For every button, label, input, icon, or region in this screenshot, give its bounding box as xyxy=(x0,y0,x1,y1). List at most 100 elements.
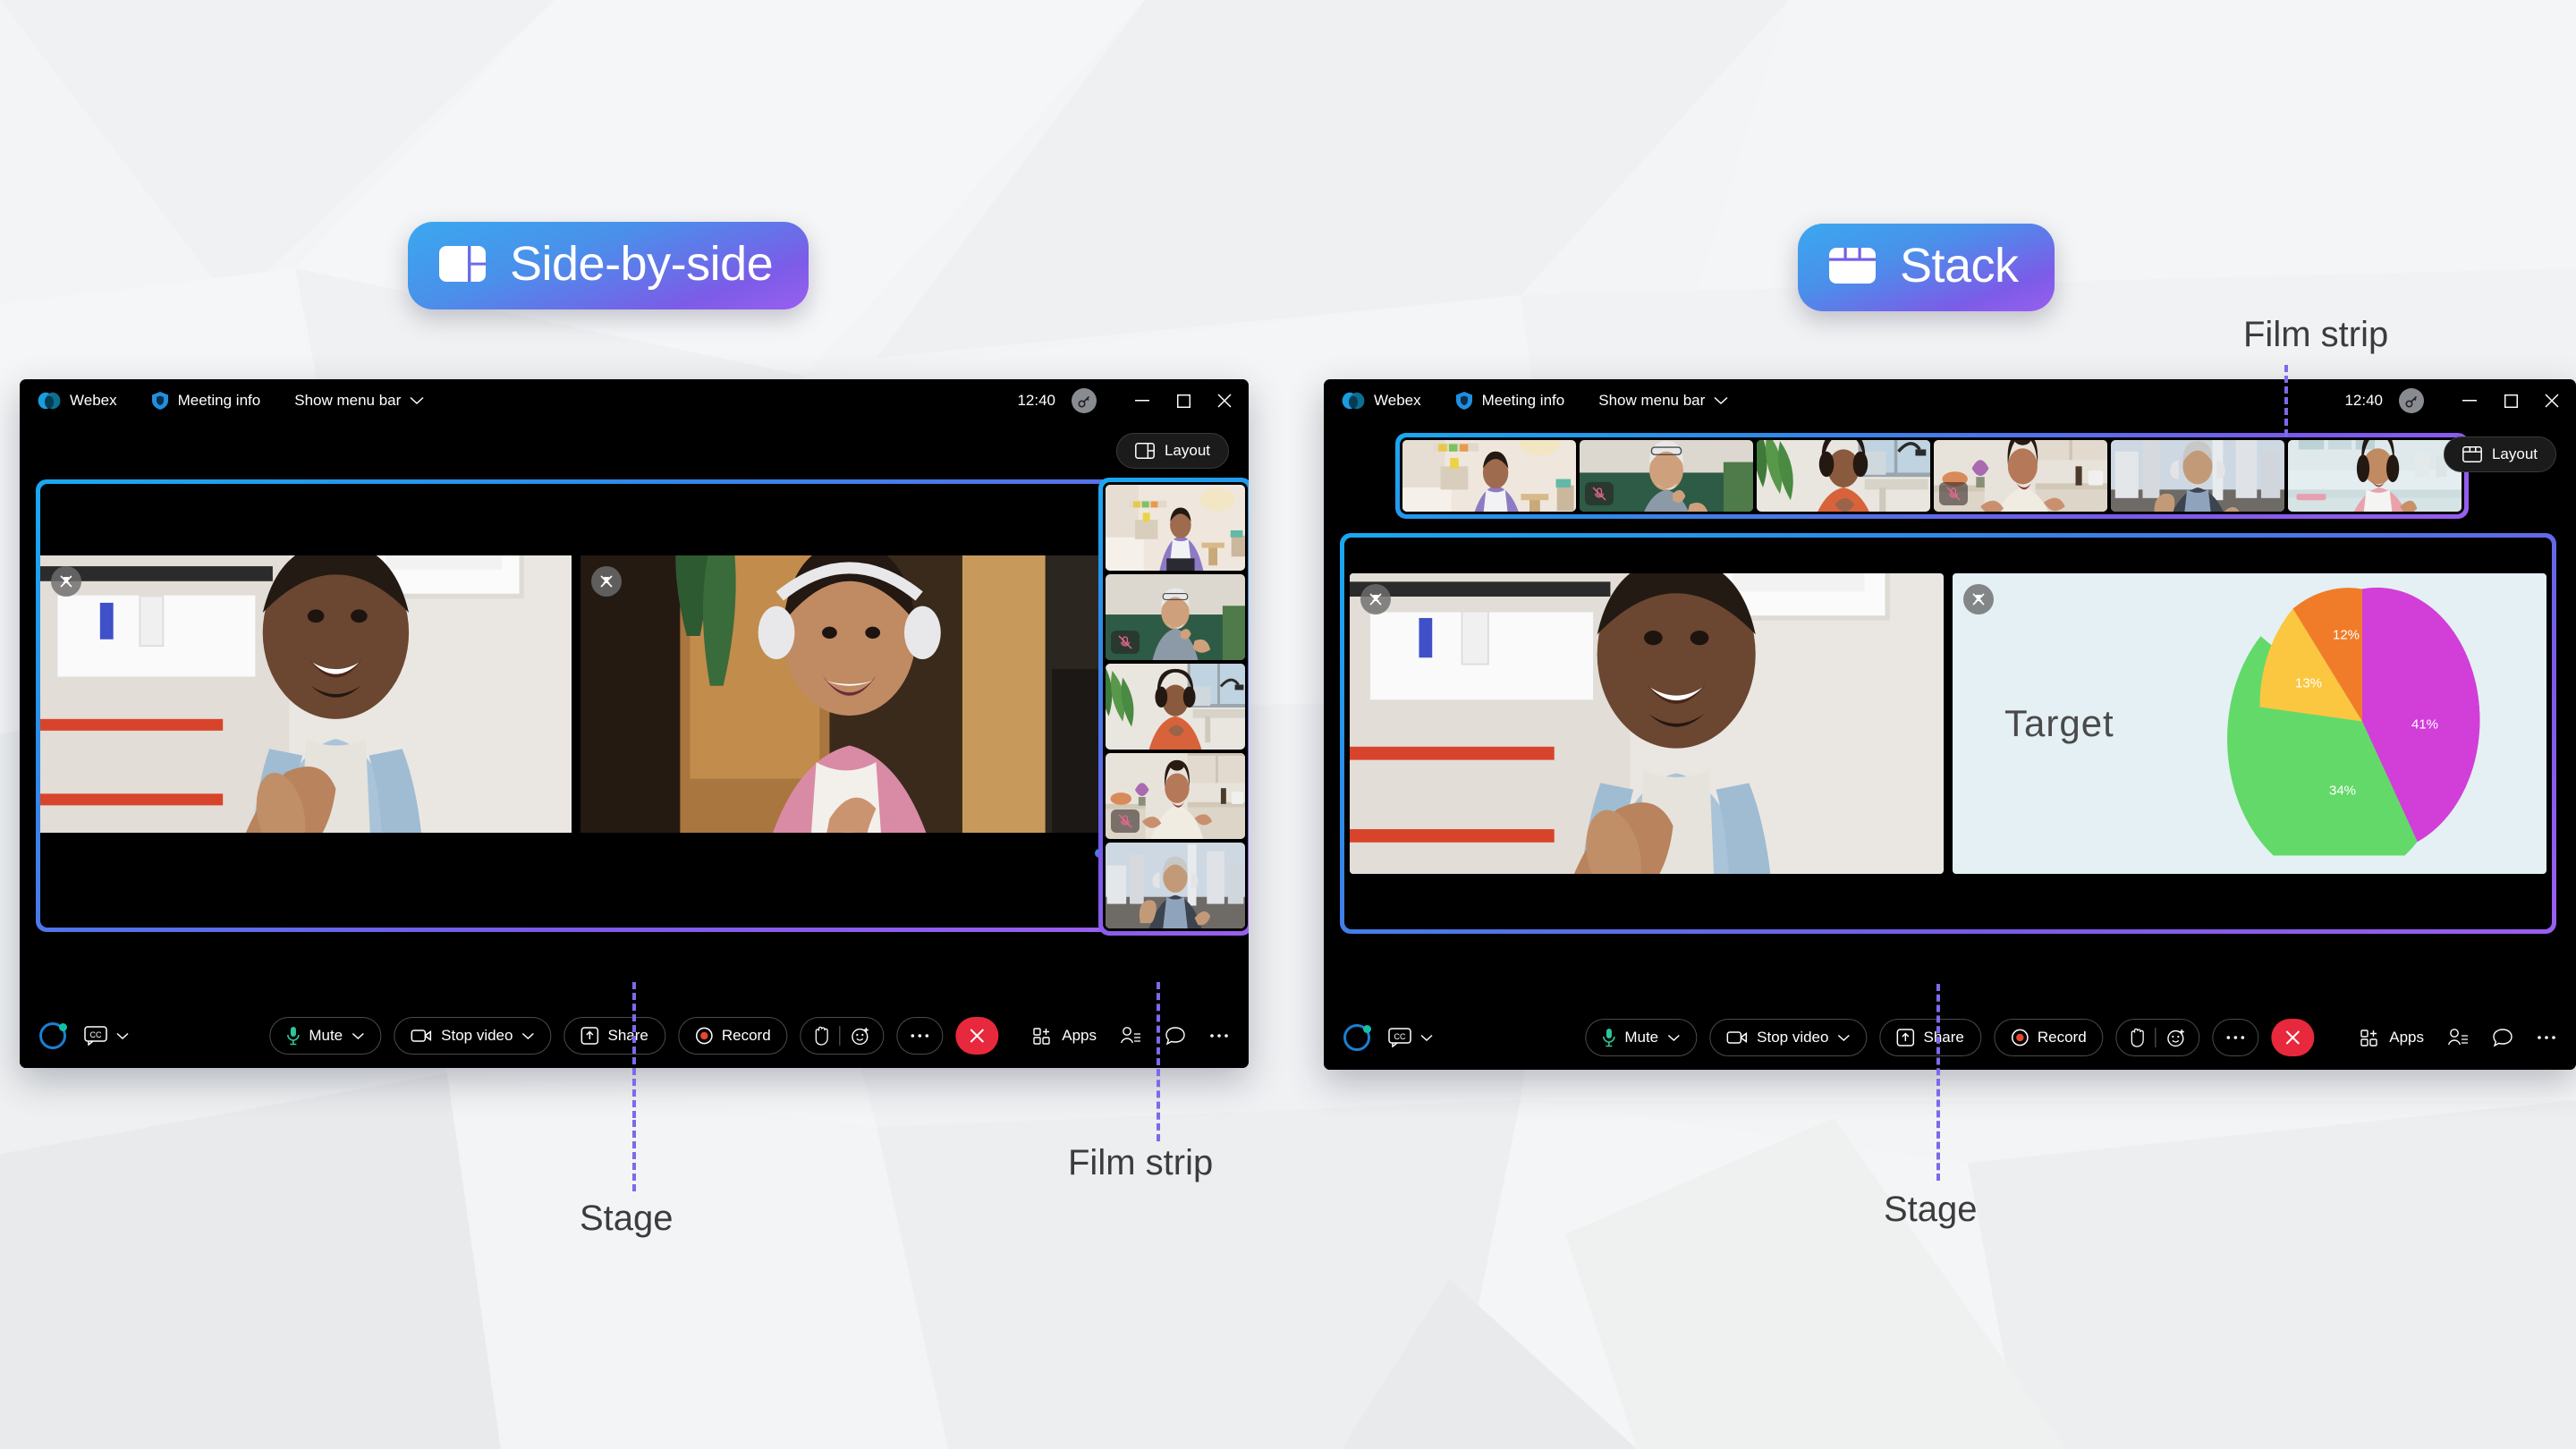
leader-line-right-stage xyxy=(1936,984,1940,1181)
chat-button[interactable] xyxy=(1165,1026,1186,1046)
annotation-left-filmstrip: Film strip xyxy=(1068,1143,1214,1182)
chevron-down-icon[interactable] xyxy=(352,1032,364,1040)
filmstrip-tile[interactable] xyxy=(1106,574,1245,660)
captions-button[interactable]: CC xyxy=(84,1017,129,1055)
pie-chart: 41% 34% 13% 12% xyxy=(2210,587,2514,874)
pie-label-4: 12% xyxy=(2333,628,2360,643)
stop-video-button[interactable]: Stop video xyxy=(394,1017,552,1055)
participants-button[interactable] xyxy=(1120,1026,1141,1046)
end-call-icon xyxy=(2285,1030,2301,1045)
annotation-left-stage: Stage xyxy=(580,1199,674,1238)
shared-slide-target: Target 41% 34% 13% 12% xyxy=(1953,573,2546,874)
app-brand: Webex xyxy=(1342,392,1421,410)
chat-button[interactable] xyxy=(2492,1028,2513,1047)
leader-line-left-stage-lower xyxy=(632,1120,636,1191)
stage-region: Target 41% 34% 13% 12% xyxy=(1340,533,2556,934)
minimize-button[interactable] xyxy=(2449,383,2490,419)
shield-icon xyxy=(1455,392,1472,410)
meeting-controls: CC Mute Stop video Share Record Apps xyxy=(1324,1005,2576,1070)
stage-tile-participant-thumbs-up[interactable] xyxy=(1350,573,1944,874)
ai-assistant-icon[interactable] xyxy=(1343,1024,1371,1051)
filmstrip-tile[interactable] xyxy=(2288,440,2462,512)
shield-icon xyxy=(151,392,168,410)
meeting-info-label: Meeting info xyxy=(177,392,261,409)
participants-button[interactable] xyxy=(2447,1028,2469,1047)
stage-tile-participant-headphones[interactable] xyxy=(580,555,1112,833)
captions-icon: CC xyxy=(1388,1028,1411,1047)
more-right-button[interactable] xyxy=(1209,1033,1229,1038)
layout-button[interactable]: Layout xyxy=(1115,433,1229,469)
meeting-info-button[interactable]: Meeting info xyxy=(1455,391,1564,411)
mute-button[interactable]: Mute xyxy=(269,1017,382,1055)
filmstrip-tile[interactable] xyxy=(2111,440,2284,512)
webex-window-stack: Webex Meeting info Show menu bar 12:40 L… xyxy=(1324,379,2576,1070)
reactions-group[interactable] xyxy=(800,1017,885,1055)
maximize-button[interactable] xyxy=(2490,383,2531,419)
raise-hand-icon[interactable] xyxy=(2130,1028,2145,1047)
filmstrip-tile[interactable] xyxy=(1106,843,1245,928)
pin-icon[interactable] xyxy=(591,566,622,597)
meeting-info-button[interactable]: Meeting info xyxy=(151,391,261,411)
more-options-button[interactable] xyxy=(2212,1019,2259,1056)
chevron-down-icon[interactable] xyxy=(1837,1034,1850,1042)
pin-icon[interactable] xyxy=(1963,584,1994,614)
maximize-button[interactable] xyxy=(1163,383,1204,419)
more-options-button[interactable] xyxy=(896,1017,944,1055)
minimize-button[interactable] xyxy=(1122,383,1163,419)
filmstrip-tile[interactable] xyxy=(1934,440,2107,512)
chevron-down-icon[interactable] xyxy=(1667,1034,1680,1042)
apps-button[interactable]: Apps xyxy=(2360,1019,2424,1056)
more-right-button[interactable] xyxy=(2537,1035,2556,1040)
pie-label-1: 41% xyxy=(2411,717,2438,733)
close-button[interactable] xyxy=(1204,383,1245,419)
pin-icon[interactable] xyxy=(1360,584,1391,614)
leader-line-right-filmstrip xyxy=(2284,365,2288,436)
filmstrip-tile[interactable] xyxy=(1106,485,1245,571)
end-call-button[interactable] xyxy=(2271,1019,2315,1056)
chevron-down-icon xyxy=(410,396,424,405)
share-screen-icon xyxy=(580,1027,599,1045)
participants-icon xyxy=(1120,1027,1140,1044)
pin-icon[interactable] xyxy=(51,566,81,597)
more-icon xyxy=(2538,1036,2555,1039)
captions-button[interactable]: CC xyxy=(1388,1019,1433,1056)
show-menu-bar-button[interactable]: Show menu bar xyxy=(294,392,424,410)
record-button[interactable]: Record xyxy=(677,1017,788,1055)
connection-key-icon[interactable] xyxy=(1072,388,1097,413)
reactions-group[interactable] xyxy=(2115,1019,2200,1056)
apps-icon xyxy=(1033,1028,1050,1045)
apps-button[interactable]: Apps xyxy=(1033,1017,1097,1055)
participants-icon xyxy=(2447,1029,2468,1046)
share-label: Share xyxy=(607,1027,648,1044)
reactions-icon[interactable] xyxy=(852,1026,871,1046)
reactions-icon[interactable] xyxy=(2167,1028,2187,1047)
filmstrip-tile[interactable] xyxy=(1106,664,1245,750)
filmstrip-tile[interactable] xyxy=(1580,440,1753,512)
mic-muted-icon xyxy=(1111,809,1140,833)
pie-label-3: 13% xyxy=(2295,676,2322,691)
chevron-down-icon[interactable] xyxy=(521,1032,534,1040)
filmstrip-tile[interactable] xyxy=(1402,440,1576,512)
stop-video-button[interactable]: Stop video xyxy=(1709,1019,1868,1056)
connection-key-icon[interactable] xyxy=(2399,388,2424,413)
annotation-right-stage: Stage xyxy=(1884,1190,1978,1229)
filmstrip-tile[interactable] xyxy=(1106,753,1245,839)
mute-button[interactable]: Mute xyxy=(1585,1019,1698,1056)
record-button[interactable]: Record xyxy=(1993,1019,2104,1056)
ai-assistant-icon[interactable] xyxy=(39,1022,67,1049)
close-button[interactable] xyxy=(2531,383,2572,419)
filmstrip-tile[interactable] xyxy=(1757,440,1930,512)
layout-side-by-side-icon xyxy=(439,246,487,282)
stage-tile-participant-thumbs-up[interactable] xyxy=(40,555,572,833)
share-button[interactable]: Share xyxy=(564,1017,665,1055)
clock: 12:40 xyxy=(2344,392,2383,409)
layout-button[interactable]: Layout xyxy=(2443,436,2556,472)
stage-tile-shared-slide[interactable]: Target 41% 34% 13% 12% xyxy=(1953,573,2546,874)
raise-hand-icon[interactable] xyxy=(814,1026,829,1046)
filmstrip-region-right xyxy=(1395,433,2469,519)
leader-line-left-filmstrip xyxy=(1157,982,1160,1141)
show-menu-bar-button[interactable]: Show menu bar xyxy=(1598,392,1728,410)
end-call-button[interactable] xyxy=(955,1017,999,1055)
microphone-icon xyxy=(287,1027,300,1046)
share-button[interactable]: Share xyxy=(1879,1019,1981,1056)
